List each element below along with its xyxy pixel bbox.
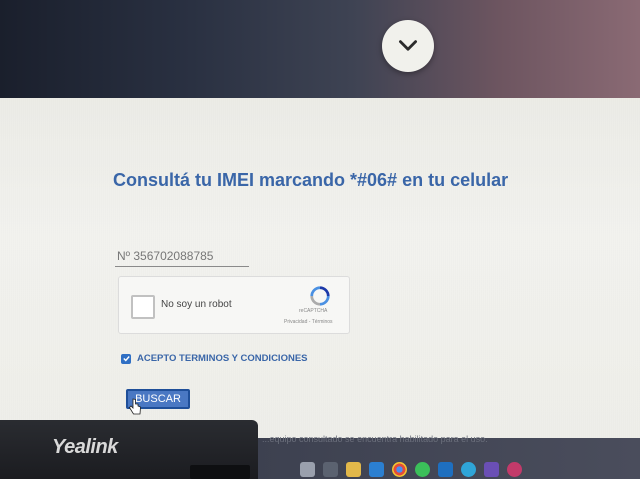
recaptcha-widget: No soy un robot reCAPTCHA Privacidad - T… — [118, 276, 350, 334]
terms-checkbox-row[interactable]: ACEPTO TERMINOS Y CONDICIONES — [121, 353, 308, 364]
imei-input[interactable] — [115, 246, 249, 267]
device-brand-logo: Yealink — [52, 436, 118, 458]
edge-icon[interactable] — [369, 462, 384, 477]
outlook-icon[interactable] — [438, 462, 453, 477]
footer-notice: ...equipo consultado se encuentra habili… — [262, 434, 488, 444]
phone-display — [190, 465, 250, 479]
terms-checkbox[interactable] — [121, 353, 131, 364]
folder-icon[interactable] — [346, 462, 361, 477]
whatsapp-icon[interactable] — [415, 462, 430, 477]
checkmark-icon — [122, 356, 130, 362]
app-icon[interactable] — [484, 462, 499, 477]
recaptcha-links[interactable]: Privacidad - Términos — [284, 319, 333, 325]
taskbar — [300, 460, 522, 479]
recaptcha-label: No soy un robot — [161, 299, 232, 310]
scroll-down-button[interactable] — [382, 20, 434, 72]
imei-form-panel — [0, 98, 640, 440]
recaptcha-logo-icon — [310, 286, 330, 306]
photos-icon[interactable] — [461, 462, 476, 477]
recaptcha-brand: reCAPTCHA — [299, 308, 328, 314]
chrome-icon[interactable] — [392, 462, 407, 477]
terms-label: ACEPTO TERMINOS Y CONDICIONES — [137, 353, 308, 364]
page-header-band — [0, 0, 640, 98]
explorer-icon[interactable] — [300, 462, 315, 477]
hand-cursor-icon — [128, 398, 141, 415]
settings-icon[interactable] — [507, 462, 522, 477]
chevron-down-icon — [399, 40, 417, 51]
page-title: Consultá tu IMEI marcando *#06# en tu ce… — [113, 170, 509, 190]
store-icon[interactable] — [323, 462, 338, 477]
recaptcha-checkbox[interactable] — [131, 295, 155, 319]
